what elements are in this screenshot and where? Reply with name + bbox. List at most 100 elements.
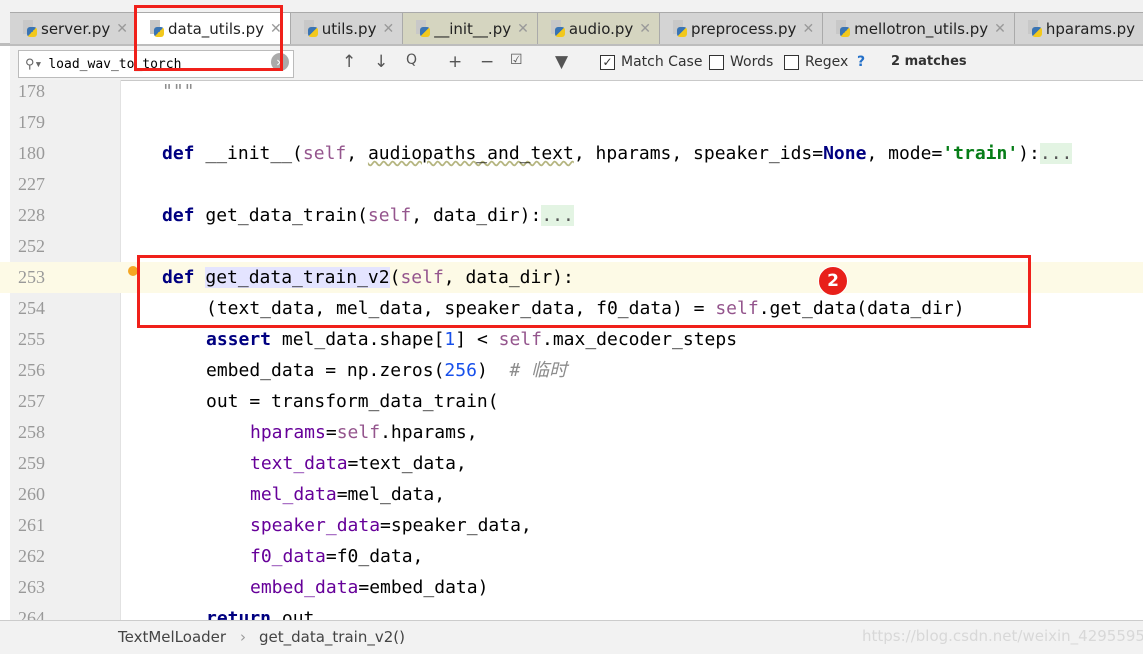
code-text: mel_data=mel_data, (250, 479, 445, 510)
code-line[interactable]: 262 f0_data=f0_data, (0, 541, 1143, 572)
code-token: =mel_data, (336, 484, 446, 505)
code-line[interactable]: 261 speaker_data=speaker_data, (0, 510, 1143, 541)
annotation-badge: 2 (818, 266, 848, 296)
code-token: .max_decoder_steps (541, 329, 738, 350)
code-line[interactable]: 258 hparams=self.hparams, (0, 417, 1143, 448)
code-text: text_data=text_data, (250, 448, 467, 479)
code-text: def get_data_train(self, data_dir):... (162, 200, 574, 231)
line-number[interactable]: 262 (18, 541, 45, 572)
regex-checkbox[interactable]: Regex (784, 54, 848, 70)
line-number[interactable]: 257 (18, 386, 45, 417)
code-token: =speaker_data, (380, 515, 532, 536)
close-tab-icon[interactable]: ✕ (116, 21, 128, 37)
remove-selection-icon[interactable]: − (480, 52, 494, 72)
code-token: ) (476, 360, 510, 381)
close-tab-icon[interactable]: ✕ (382, 21, 394, 37)
code-line[interactable]: 255 assert mel_data.shape[1] < self.max_d… (0, 324, 1143, 355)
line-number[interactable]: 264 (18, 603, 45, 620)
code-text: hparams=self.hparams, (250, 417, 478, 448)
close-tab-icon[interactable]: ✕ (639, 21, 651, 37)
code-token: self (498, 329, 542, 350)
code-line[interactable]: 227 (0, 169, 1143, 200)
code-token: ): (1018, 143, 1040, 164)
line-number[interactable]: 254 (18, 293, 45, 324)
regex-label: Regex (805, 54, 849, 70)
code-line[interactable]: 178 """ (0, 80, 1143, 107)
code-line[interactable]: 179 (0, 107, 1143, 138)
tab-label: hparams.py (1045, 19, 1136, 38)
regex-help-link[interactable]: ? (857, 54, 865, 70)
line-number[interactable]: 228 (18, 200, 45, 231)
tab-mellotron-utils-py[interactable]: mellotron_utils.py ✕ (823, 13, 1015, 44)
line-number[interactable]: 261 (18, 510, 45, 541)
close-tab-icon[interactable]: ✕ (517, 21, 529, 37)
line-number[interactable]: 252 (18, 231, 45, 262)
code-token: def (162, 143, 195, 164)
search-icon[interactable]: ⚲▾ (25, 57, 42, 72)
tab-label: mellotron_utils.py (854, 19, 989, 38)
tab-hparams-py[interactable]: hparams.py✕ (1014, 13, 1143, 44)
checkbox-icon: ✓ (600, 54, 615, 70)
line-number[interactable]: 263 (18, 572, 45, 603)
find-all-icon[interactable]: Q (406, 52, 417, 68)
code-line[interactable]: 180 def __init__(self, audiopaths_and_tex… (0, 138, 1143, 169)
tab-init-py[interactable]: __init__.py ✕ (403, 13, 538, 44)
select-all-occurrences-icon[interactable]: ☑ (510, 52, 523, 68)
tab-label: audio.py (568, 19, 634, 38)
code-token: # 临时 (509, 360, 568, 381)
code-line[interactable]: 257 out = transform_data_train( (0, 386, 1143, 417)
line-number[interactable]: 260 (18, 479, 45, 510)
code-text: out = transform_data_train( (206, 386, 499, 417)
checkbox-icon (709, 54, 724, 70)
code-text: embed_data = np.zeros(256) # 临时 (206, 355, 567, 386)
line-number[interactable]: 258 (18, 417, 45, 448)
breadcrumb: TextMelLoader › get_data_train_v2() http… (0, 620, 1143, 654)
tab-label: preprocess.py (691, 19, 797, 38)
close-tab-icon[interactable]: ✕ (802, 21, 814, 37)
code-token: get_data_train( (194, 205, 368, 226)
code-token: f0_data (250, 546, 326, 567)
code-line[interactable]: 263 embed_data=embed_data) (0, 572, 1143, 603)
code-text: def __init__(self, audiopaths_and_text, … (162, 138, 1073, 169)
previous-match-icon[interactable]: ↑ (342, 52, 356, 72)
code-token: speaker_data (250, 515, 381, 536)
code-token: ] < (455, 329, 499, 350)
line-number[interactable]: 253 (18, 262, 45, 293)
filter-icon[interactable]: ▼ (555, 52, 568, 72)
python-file-icon (835, 19, 851, 38)
code-text: """ (162, 80, 195, 107)
breadcrumb-method[interactable]: get_data_train_v2() (259, 628, 405, 646)
line-number[interactable]: 256 (18, 355, 45, 386)
code-token: self (367, 205, 412, 226)
code-line[interactable]: 260 mel_data=mel_data, (0, 479, 1143, 510)
code-token: ... (541, 205, 574, 226)
code-line[interactable]: 264 return out (0, 603, 1143, 620)
tab-label: __init__.py (434, 19, 512, 38)
line-number[interactable]: 179 (18, 107, 45, 138)
tab-server-py[interactable]: server.py ✕ (10, 13, 138, 44)
code-editor[interactable]: 178 """ 179 180 def __init__(self, audiopath… (0, 80, 1143, 620)
match-case-checkbox[interactable]: ✓ Match Case (600, 54, 702, 70)
python-file-icon (22, 19, 38, 38)
line-number[interactable]: 227 (18, 169, 45, 200)
tab-preprocess-py[interactable]: preprocess.py ✕ (660, 13, 824, 44)
code-token: out = transform_data_train( (206, 391, 499, 412)
words-checkbox[interactable]: Words (709, 54, 773, 70)
tab-utils-py[interactable]: utils.py ✕ (290, 13, 404, 44)
line-number[interactable]: 180 (18, 138, 45, 169)
code-line[interactable]: 259 text_data=text_data, (0, 448, 1143, 479)
next-match-icon[interactable]: ↓ (374, 52, 388, 72)
breadcrumb-class[interactable]: TextMelLoader (118, 628, 226, 646)
code-token: , mode= (866, 143, 943, 164)
line-number[interactable]: 259 (18, 448, 45, 479)
code-token: =text_data, (347, 453, 467, 474)
code-line[interactable]: 256 embed_data = np.zeros(256) # 临时 (0, 355, 1143, 386)
line-number[interactable]: 255 (18, 324, 45, 355)
close-tab-icon[interactable]: ✕ (994, 21, 1006, 37)
tab-audio-py[interactable]: audio.py ✕ (537, 13, 661, 44)
python-file-icon (1027, 19, 1043, 38)
code-line[interactable]: 228 def get_data_train(self, data_dir):..… (0, 200, 1143, 231)
add-selection-icon[interactable]: + (448, 52, 462, 72)
breadcrumb-separator: › (240, 628, 246, 646)
line-number[interactable]: 178 (18, 80, 45, 107)
